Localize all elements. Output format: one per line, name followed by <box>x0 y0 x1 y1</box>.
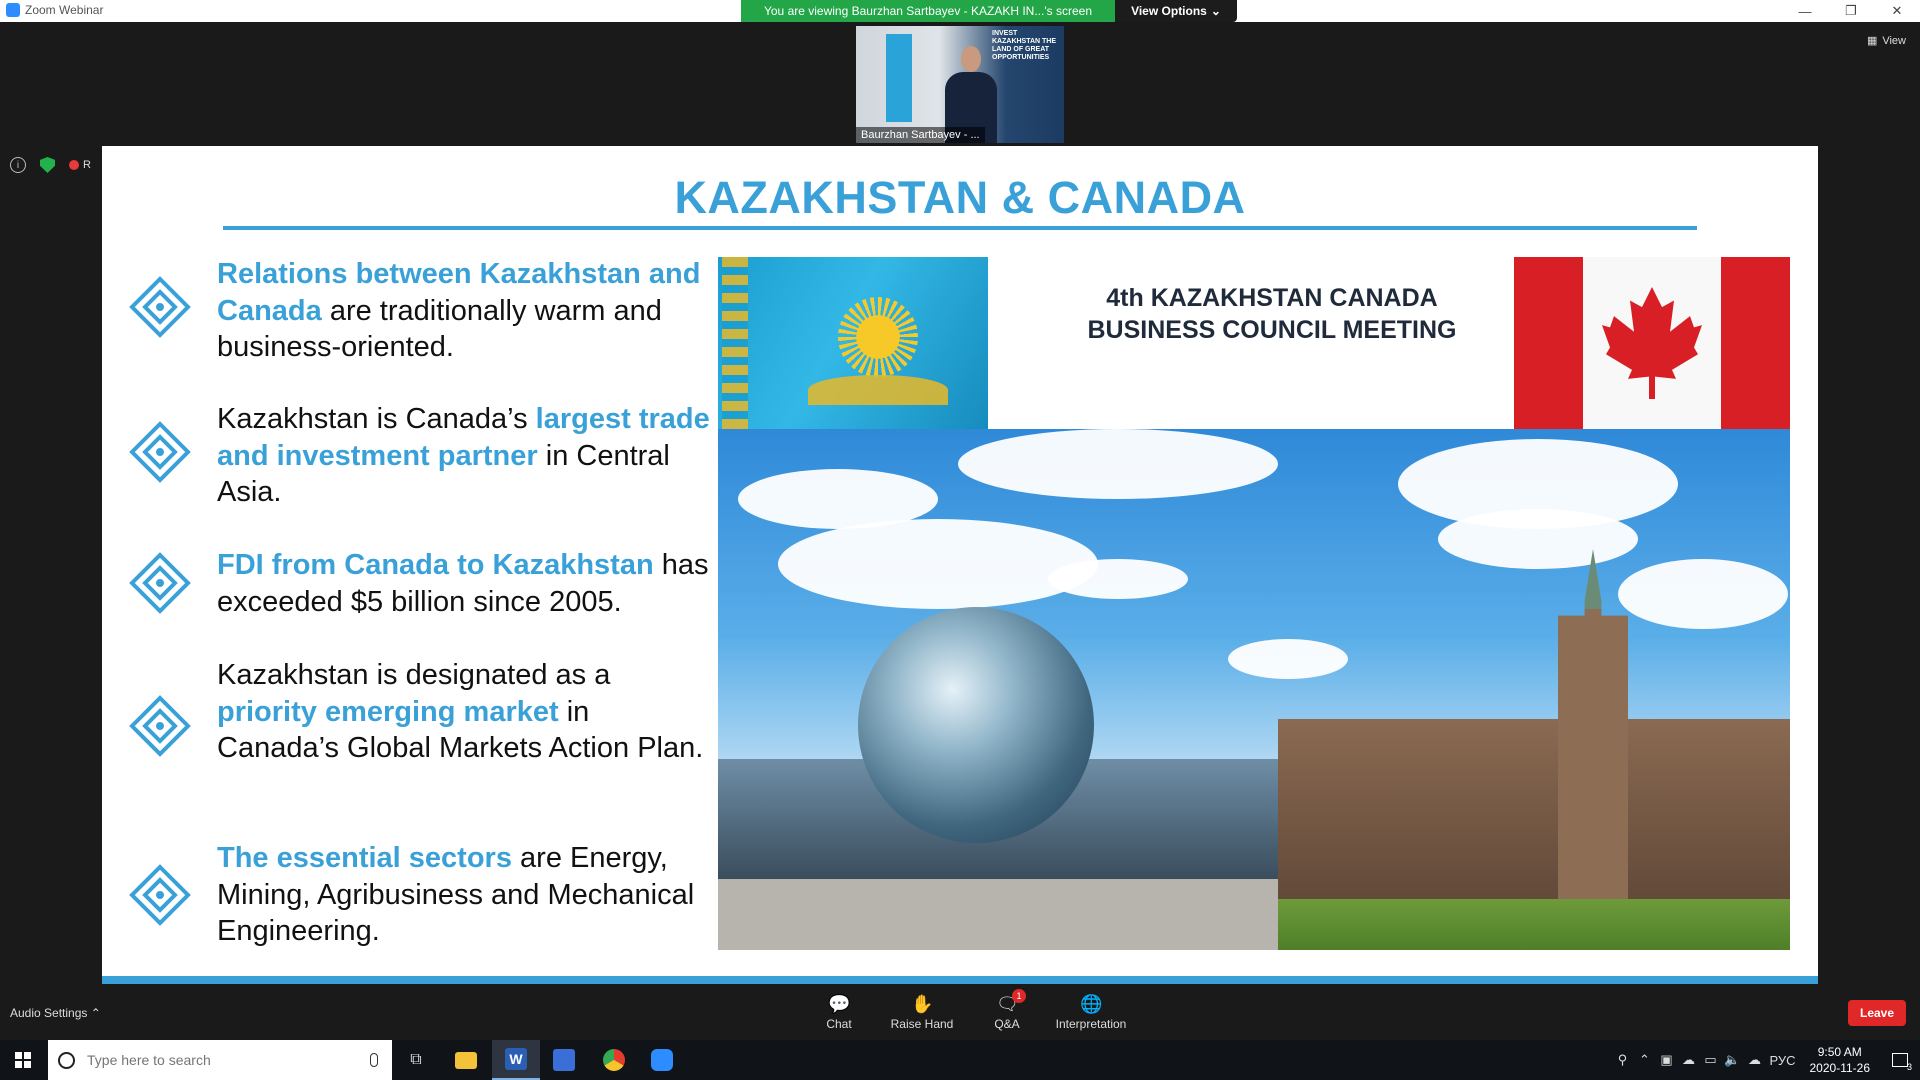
diamond-ornament-icon <box>129 864 191 926</box>
word-button[interactable]: W <box>492 1040 540 1080</box>
window-controls: — ❐ ✕ <box>1782 0 1920 22</box>
council-meeting-title: 4th KAZAKHSTAN CANADA BUSINESS COUNCIL M… <box>1002 282 1542 346</box>
zoom-icon <box>651 1049 673 1071</box>
folder-icon <box>455 1051 477 1069</box>
system-tray: ⚲ ⌃ ▣ ☁ ▭ 🔈 ☁ РУС 9:50 AM 2020-11-26 3 <box>1612 1040 1920 1080</box>
zoom-button[interactable] <box>638 1040 686 1080</box>
meeting-status: i R <box>10 157 91 173</box>
app-title-text: Zoom Webinar <box>25 3 104 17</box>
clock-time: 9:50 AM <box>1817 1045 1862 1059</box>
maple-leaf-icon <box>1602 287 1702 399</box>
interpretation-label: Interpretation <box>1055 1017 1127 1031</box>
chat-icon: 💬 <box>828 994 851 1014</box>
chrome-button[interactable] <box>590 1040 638 1080</box>
slide-title: KAZAKHSTAN & CANADA <box>674 172 1246 223</box>
people-icon[interactable]: ⚲ <box>1612 1040 1634 1080</box>
info-icon[interactable]: i <box>10 157 26 173</box>
leave-button[interactable]: Leave <box>1848 1000 1906 1026</box>
view-label: View <box>1882 34 1906 47</box>
windows-taskbar: ⧉ W ⚲ ⌃ ▣ ☁ ▭ 🔈 ☁ РУС 9:50 AM 2020-11-26… <box>0 1040 1920 1080</box>
council-line-2: BUSINESS COUNCIL MEETING <box>1087 316 1457 344</box>
qa-label: Q&A <box>994 1017 1020 1031</box>
hand-icon: ✋ <box>911 994 934 1014</box>
microphone-icon[interactable] <box>370 1053 378 1067</box>
diamond-ornament-icon <box>129 421 191 483</box>
chat-button[interactable]: 💬 Chat <box>794 990 884 1031</box>
council-line-1: 4th KAZAKHSTAN CANADA <box>1106 284 1438 312</box>
meeting-toolbar: 💬 Chat ✋ Raise Hand 🗨 1 Q&A 🌐 Interpretat… <box>0 989 1920 1040</box>
diamond-ornament-icon <box>129 552 191 614</box>
bullet-text: Relations between Kazakhstan and Canada … <box>217 256 717 366</box>
view-options-label: View Options <box>1131 4 1207 18</box>
qa-badge: 1 <box>1012 989 1026 1003</box>
bullet-text: Kazakhstan is Canada’s largest trade and… <box>217 401 717 511</box>
bullet-text: FDI from Canada to Kazakhstan has exceed… <box>217 547 717 620</box>
globe-icon: 🌐 <box>1080 994 1103 1014</box>
app-button[interactable] <box>540 1040 588 1080</box>
bullet-highlight: The essential sectors <box>217 842 512 874</box>
windows-logo-icon <box>15 1052 31 1068</box>
minimize-button[interactable]: — <box>1782 0 1828 22</box>
word-icon: W <box>505 1048 527 1070</box>
taskbar-search[interactable] <box>48 1040 392 1080</box>
view-button[interactable]: ▦ View <box>1866 34 1906 48</box>
slide-bottom-rule <box>102 976 1818 984</box>
chevron-down-icon: ⌄ <box>1210 4 1221 18</box>
search-icon <box>58 1051 75 1069</box>
file-explorer-button[interactable] <box>442 1040 490 1080</box>
start-button[interactable] <box>0 1040 46 1080</box>
bullet-highlight: priority emerging market <box>217 695 559 728</box>
notification-count: 3 <box>1906 1062 1912 1072</box>
zoom-logo-icon <box>6 3 20 17</box>
language-indicator[interactable]: РУС <box>1766 1040 1800 1080</box>
raise-hand-button[interactable]: ✋ Raise Hand <box>877 990 967 1031</box>
title-underline <box>223 226 1697 230</box>
search-input[interactable] <box>87 1052 347 1068</box>
diamond-ornament-icon <box>129 695 191 757</box>
app-tray-icon[interactable]: ▣ <box>1656 1040 1678 1080</box>
task-view-icon: ⧉ <box>410 1051 422 1068</box>
kazakhstan-flag-image <box>718 257 988 429</box>
flag-backdrop <box>886 34 912 122</box>
qa-icon: 🗨 1 <box>996 989 1026 1014</box>
grid-icon: ▦ <box>1866 35 1878 47</box>
canada-flag-image <box>1514 257 1790 429</box>
interpretation-button[interactable]: 🌐 Interpretation <box>1046 990 1136 1031</box>
screen-share-banner: You are viewing Baurzhan Sartbayev - KAZ… <box>741 0 1115 22</box>
raise-hand-label: Raise Hand <box>890 1017 954 1031</box>
backdrop-text: INVEST KAZAKHSTAN THE LAND OF GREAT OPPO… <box>992 30 1057 61</box>
task-view-button[interactable]: ⧉ <box>392 1040 440 1080</box>
close-button[interactable]: ✕ <box>1874 0 1920 22</box>
notifications-button[interactable]: 3 <box>1880 1040 1920 1080</box>
app-title: Zoom Webinar <box>6 3 103 17</box>
chat-label: Chat <box>826 1017 852 1031</box>
qa-button[interactable]: 🗨 1 Q&A <box>962 989 1052 1031</box>
participant-video[interactable]: INVEST KAZAKHSTAN THE LAND OF GREAT OPPO… <box>856 26 1064 143</box>
network-icon[interactable]: ▭ <box>1700 1040 1722 1080</box>
bullet-pre: Kazakhstan is Canada’s <box>217 403 536 435</box>
shared-slide: KAZAKHSTAN & CANADA Relations between Ka… <box>102 146 1818 984</box>
chevron-up-icon[interactable]: ⌃ <box>1634 1040 1656 1080</box>
participant-name: Baurzhan Sartbayev - ... <box>856 127 985 143</box>
clock-date: 2020-11-26 <box>1809 1061 1871 1075</box>
chrome-icon <box>603 1049 625 1071</box>
bullet-text: The essential sectors are Energy, Mining… <box>217 840 717 950</box>
notification-icon <box>1892 1053 1908 1067</box>
cloud-icon[interactable]: ☁ <box>1678 1040 1700 1080</box>
recording-label: R <box>83 159 91 171</box>
bullet-pre: Kazakhstan is designated as a <box>217 659 611 691</box>
record-icon <box>69 160 79 170</box>
app-icon <box>553 1049 575 1071</box>
clock[interactable]: 9:50 AM 2020-11-26 <box>1810 1044 1871 1076</box>
bullet-text: Kazakhstan is designated as a priority e… <box>217 657 717 767</box>
restore-button[interactable]: ❐ <box>1828 0 1874 22</box>
onedrive-icon[interactable]: ☁ <box>1744 1040 1766 1080</box>
bullet-highlight: FDI from Canada to Kazakhstan <box>217 549 654 581</box>
view-options-button[interactable]: View Options ⌄ <box>1115 0 1237 22</box>
shield-icon[interactable] <box>40 157 55 173</box>
volume-icon[interactable]: 🔈 <box>1722 1040 1744 1080</box>
recording-indicator[interactable]: R <box>69 159 91 171</box>
landmarks-photo <box>718 429 1790 950</box>
diamond-ornament-icon <box>129 276 191 338</box>
